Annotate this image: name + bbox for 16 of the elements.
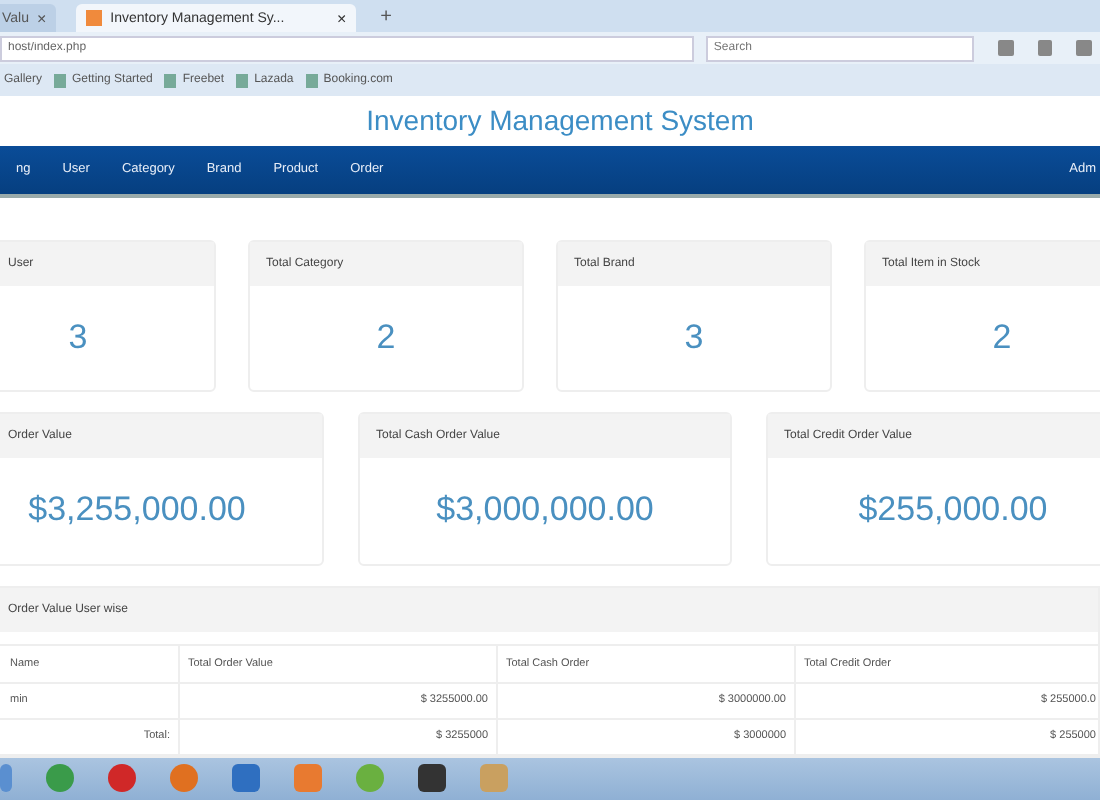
card-value: $255,000.00 bbox=[856, 488, 1050, 533]
card-value: 3 bbox=[66, 315, 90, 360]
bookmark-icon bbox=[54, 73, 67, 88]
favicon-icon bbox=[86, 10, 103, 27]
bookmark-icon bbox=[305, 73, 318, 88]
bookmark-icon bbox=[164, 73, 177, 88]
page-title: Inventory Management System bbox=[366, 104, 754, 137]
card-value: 3 bbox=[682, 315, 706, 360]
close-icon[interactable]: × bbox=[37, 9, 47, 28]
card-value: $3,000,000.00 bbox=[434, 488, 656, 533]
card-value: $3,255,000.00 bbox=[26, 488, 248, 533]
new-tab-icon[interactable]: + bbox=[380, 5, 393, 28]
bookmark-icon bbox=[236, 73, 249, 88]
card-value: 2 bbox=[990, 315, 1014, 360]
close-icon[interactable]: × bbox=[337, 9, 347, 28]
card-value: 2 bbox=[374, 315, 398, 360]
